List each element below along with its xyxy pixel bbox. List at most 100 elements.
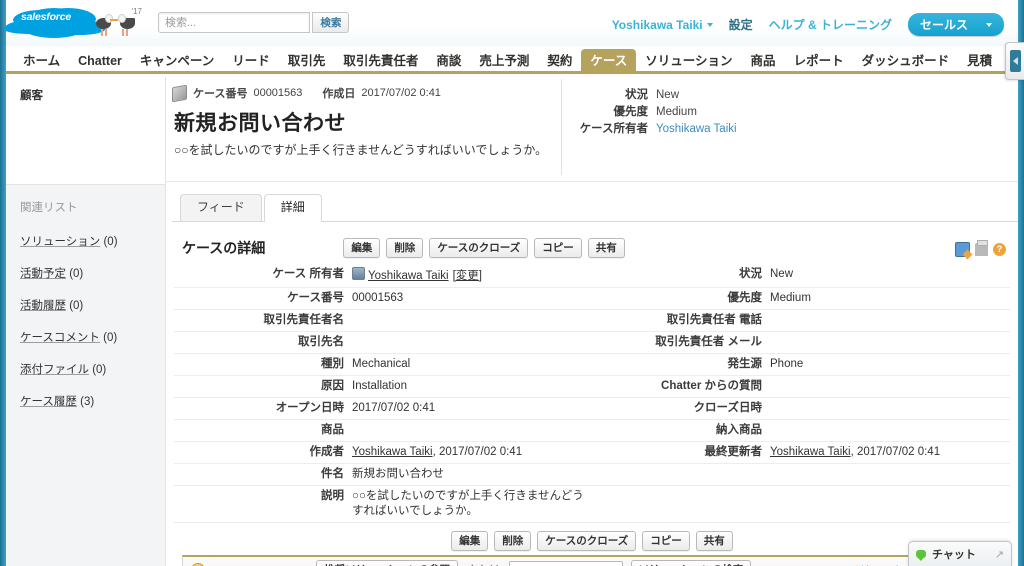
search-button[interactable]: 検索 <box>312 12 350 33</box>
field-cell-left-2: 取引先責任者名 <box>174 310 592 331</box>
case-meta-row: ケース番号 00001563 作成日 2017/07/02 0:41 <box>172 84 562 102</box>
field-cell-right-4: 発生源 Phone <box>592 354 1010 375</box>
sidebar-item-3[interactable]: ケースコメント (0) <box>6 321 165 353</box>
panel-button-2[interactable]: ケースのクローズ <box>537 531 637 551</box>
nav-tab-12[interactable]: レポート <box>785 49 853 74</box>
app-switcher[interactable]: セールス <box>907 13 1004 36</box>
field-value: New <box>770 268 794 280</box>
setup-link[interactable]: 設定 <box>729 16 753 33</box>
sidebar: 顧客 関連リスト ソリューション (0) 活動予定 (0) 活動履歴 (0) ケースコ… <box>6 77 166 566</box>
browse-solutions-button[interactable]: 推奨ソリューションの参照 <box>316 560 459 566</box>
field-cell-right-2: 取引先責任者 電話 <box>592 310 1010 331</box>
nav-tab-1[interactable]: Chatter <box>69 49 131 74</box>
nav-tab-6[interactable]: 商談 <box>427 49 470 74</box>
field-value-link[interactable]: Yoshikawa Taiki <box>368 270 449 282</box>
sidebar-item-1[interactable]: 活動予定 (0) <box>6 257 165 289</box>
mascot-year-label: '17 <box>131 7 142 16</box>
field-label: オープン日時 <box>275 402 344 414</box>
field-row-7: 商品 納入商品 <box>174 420 1010 442</box>
field-cell-left-3: 取引先名 <box>174 332 592 353</box>
detail-tab-0[interactable]: フィード <box>180 194 262 221</box>
nav-tab-13[interactable]: ダッシュボード <box>853 49 959 74</box>
panel-button-1[interactable]: 削除 <box>386 238 424 258</box>
brand-logo[interactable]: salesforce '17 <box>12 2 142 42</box>
field-cell-left-0: ケース 所有者 Yoshikawa Taiki [変更] <box>174 264 592 287</box>
case-summary-key: ケース所有者 <box>579 123 648 135</box>
detail-tab-1[interactable]: 詳細 <box>263 194 322 222</box>
search-solutions-button[interactable]: ソリューションの検索 <box>630 560 752 566</box>
help-icon[interactable]: ? <box>993 243 1006 256</box>
nav-tab-4[interactable]: 取引先 <box>279 49 335 74</box>
panel-button-3[interactable]: コピー <box>534 238 582 258</box>
related-list-heading: 関連リスト <box>20 202 78 214</box>
sidebar-item-2[interactable]: 活動履歴 (0) <box>6 289 165 321</box>
user-menu[interactable]: Yoshikawa Taiki <box>612 18 713 32</box>
case-summary-value[interactable]: Yoshikawa Taiki <box>656 121 737 138</box>
printable-view-icon[interactable] <box>975 240 988 256</box>
field-value-link[interactable]: Yoshikawa Taiki <box>770 446 851 458</box>
panel-button-3[interactable]: コピー <box>642 531 690 551</box>
primary-tab-bar: ホーム Chatter キャンペーン リード 取引先 取引先責任者 商談 売上予測 契約 ケース ソ… <box>6 46 1018 74</box>
sidebar-item-5[interactable]: ケース履歴 (3) <box>6 385 165 417</box>
panel-button-4[interactable]: 共有 <box>695 531 733 551</box>
sidebar-top-label: 顧客 <box>20 90 43 102</box>
nav-tab-8[interactable]: 契約 <box>538 49 581 74</box>
case-summary-row-0: 状況 New <box>574 87 737 104</box>
panel-button-2[interactable]: ケースのクローズ <box>429 238 529 258</box>
panel-button-0[interactable]: 編集 <box>451 531 489 551</box>
field-label: 原因 <box>321 380 344 392</box>
sidebar-item-count: (3) <box>76 396 95 408</box>
case-owner-link[interactable]: Yoshikawa Taiki <box>656 123 737 135</box>
edit-layout-icon[interactable] <box>955 242 970 257</box>
case-field-grid: ケース 所有者 Yoshikawa Taiki [変更] 状況 New ケース番号 0000… <box>174 264 1010 523</box>
field-value-link[interactable]: Yoshikawa Taiki <box>352 446 433 458</box>
field-row-6: オープン日時 2017/07/02 0:41 クローズ日時 <box>174 398 1010 420</box>
chat-label: チャット <box>932 549 976 561</box>
main-column: ケース番号 00001563 作成日 2017/07/02 0:41 新規お問い… <box>166 77 1018 566</box>
field-value: 新規お問い合わせ <box>352 468 444 480</box>
nav-tab-2[interactable]: キャンペーン <box>131 49 223 74</box>
nav-tab-label: 取引先 <box>287 54 326 68</box>
field-cell-left-7: 商品 <box>174 420 592 441</box>
field-value-suffix[interactable]: [変更] <box>453 270 482 282</box>
field-label: ケース番号 <box>287 292 344 304</box>
sidebar-item-label: ケースコメント <box>20 332 100 344</box>
nav-tab-14[interactable]: 見積 <box>958 49 1001 74</box>
search-input[interactable] <box>158 12 310 33</box>
case-header-left: ケース番号 00001563 作成日 2017/07/02 0:41 新規お問い… <box>166 77 562 181</box>
case-icon <box>172 84 187 102</box>
sidebar-item-label: 添付ファイル <box>20 364 89 376</box>
case-detail-panel: ? ケースの詳細 編集 削除 ケースのクローズ コピー 共有 ケース 所有者 Yoshik… <box>166 236 1018 566</box>
nav-tab-9[interactable]: ケース <box>581 49 637 74</box>
field-cell-right-8: 最終更新者 Yoshikawa Taiki, 2017/07/02 0:41 <box>592 442 1010 463</box>
sidebar-collapse-handle[interactable] <box>1005 42 1024 80</box>
nav-tab-7[interactable]: 売上予測 <box>470 49 538 74</box>
field-label: 取引先責任者 電話 <box>666 314 762 326</box>
sidebar-item-4[interactable]: 添付ファイル (0) <box>6 353 165 385</box>
avatar <box>352 267 365 280</box>
chat-widget[interactable]: チャット ↗ <box>908 541 1012 566</box>
field-cell-right-3: 取引先責任者 メール <box>592 332 1010 353</box>
case-number-value: 00001563 <box>253 87 303 99</box>
right-rail <box>1018 0 1024 566</box>
panel-button-0[interactable]: 編集 <box>343 238 381 258</box>
field-cell-right-1: 優先度 Medium <box>592 288 1010 309</box>
global-header: salesforce '17 検索... 検索 Yoshikawa Taiki … <box>6 0 1018 46</box>
panel-button-1[interactable]: 削除 <box>494 531 532 551</box>
nav-tab-10[interactable]: ソリューション <box>636 49 741 74</box>
nav-tab-0[interactable]: ホーム <box>14 49 69 74</box>
field-cell-right-5: Chatter からの質問 <box>592 376 1010 397</box>
sidebar-top-section: 顧客 <box>6 77 165 184</box>
field-cell-left-8: 作成者 Yoshikawa Taiki, 2017/07/02 0:41 <box>174 442 592 463</box>
nav-tab-5[interactable]: 取引先責任者 <box>334 49 427 74</box>
solutions-search-input[interactable] <box>508 560 623 566</box>
help-training-link[interactable]: ヘルプ & トレーニング <box>769 16 892 33</box>
sidebar-item-0[interactable]: ソリューション (0) <box>6 225 165 257</box>
created-date-value: 2017/07/02 0:41 <box>361 87 441 99</box>
global-search: 検索 <box>158 12 350 33</box>
nav-tab-11[interactable]: 商品 <box>742 49 785 74</box>
panel-button-4[interactable]: 共有 <box>587 238 625 258</box>
nav-tab-3[interactable]: リード <box>223 49 279 74</box>
field-cell-right-10 <box>592 486 1010 522</box>
sidebar-item-count: (0) <box>99 332 118 344</box>
